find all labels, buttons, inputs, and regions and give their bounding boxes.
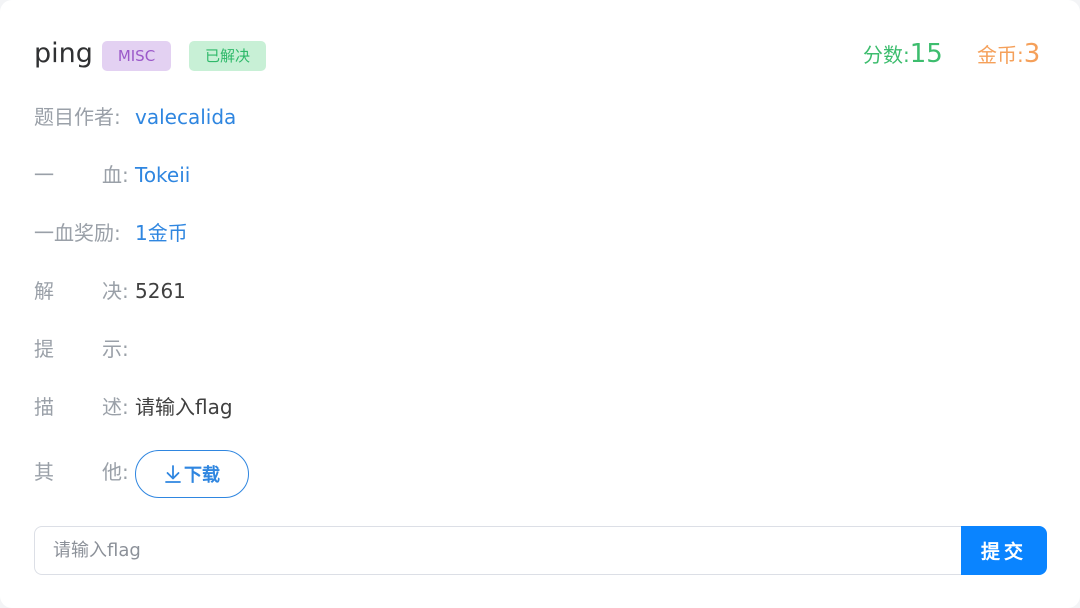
status-tag: 已解决 (189, 41, 266, 71)
other-colon: : (122, 460, 129, 484)
hint-label: 提 示 (34, 337, 122, 361)
first-blood-reward-value: 1金币 (135, 221, 188, 245)
first-blood-label: 一 血 (34, 163, 122, 187)
first-blood-reward-label: 一血奖励: (34, 221, 121, 245)
download-button[interactable]: 下载 (135, 450, 249, 498)
download-label: 下载 (184, 465, 220, 486)
solves-label: 解 决 (34, 279, 122, 303)
description-text: 请输入flag (135, 395, 233, 419)
author-link[interactable]: valecalida (135, 102, 236, 132)
points-display: 分数:15 (863, 37, 943, 72)
first-blood-user-link[interactable]: Tokeii (135, 160, 190, 190)
coins-label: 金币: (977, 43, 1024, 67)
points-value: 15 (909, 39, 943, 69)
category-tag: MISC (102, 41, 171, 71)
description-colon: : (122, 395, 129, 419)
other-label: 其 他 (34, 460, 122, 484)
coins-display: 金币:3 (977, 37, 1040, 72)
hint-colon: : (122, 337, 129, 361)
submit-button[interactable]: 提交 (961, 526, 1047, 575)
coins-value: 3 (1023, 39, 1041, 69)
challenge-card: ping MISC 已解决 分数:15 金币:3 题目作者: valecalid… (0, 0, 1080, 608)
author-label: 题目作者: (34, 105, 121, 129)
solves-count: 5261 (135, 279, 186, 303)
solves-colon: : (122, 279, 129, 303)
challenge-title: ping (34, 38, 93, 69)
description-label: 描 述 (34, 395, 122, 419)
first-blood-colon: : (122, 163, 129, 187)
download-arrow-icon (164, 464, 184, 484)
points-label: 分数: (863, 43, 910, 67)
flag-input[interactable] (34, 526, 964, 575)
